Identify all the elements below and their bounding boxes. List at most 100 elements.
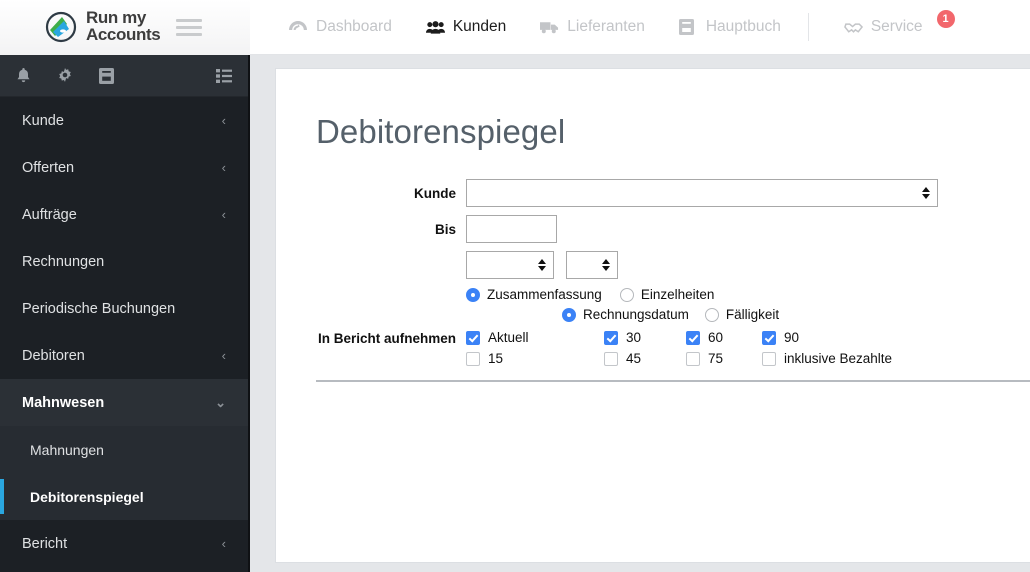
nav-label-kunden: Kunden [452, 18, 507, 35]
period-b-select-wrapper [566, 251, 618, 279]
sidebar: Kunde ‹ Offerten ‹ Aufträge ‹ Rechnungen… [0, 55, 250, 572]
label-kunde: Kunde [414, 185, 456, 201]
sidebar-label-debitorenspiegel: Debitorenspiegel [30, 488, 144, 505]
sidebar-submenu-mahnwesen: Mahnungen Debitorenspiegel [0, 426, 248, 520]
label-in-bericht-aufnehmen: In Bericht aufnehmen [317, 331, 456, 346]
main-content: Debitorenspiegel Kunde Bis Zusammenfassu… [252, 55, 1030, 572]
sidebar-label-mahnungen: Mahnungen [30, 441, 104, 458]
chevron-left-icon: ‹ [221, 348, 226, 363]
chevron-left-icon: ‹ [221, 160, 226, 175]
sidebar-item-debitorenspiegel[interactable]: Debitorenspiegel [0, 473, 248, 520]
form-row-bis: Bis [316, 215, 1030, 243]
gear-icon[interactable] [57, 67, 73, 84]
nav-item-kunden[interactable]: Kunden [409, 0, 523, 55]
radio-faelligkeit[interactable]: Fälligkeit [704, 307, 780, 322]
hamburger-menu-icon[interactable] [176, 18, 203, 36]
nav-item-service[interactable]: Service 1 [827, 0, 972, 55]
main-nav-items: Dashboard Kunden Lieferanten Hauptbuch S… [250, 0, 972, 55]
sidebar-item-offerten[interactable]: Offerten ‹ [0, 144, 248, 191]
sidebar-item-debitoren[interactable]: Debitoren ‹ [0, 332, 248, 379]
checkbox-indicator-on [762, 330, 776, 345]
content-card: Debitorenspiegel Kunde Bis Zusammenfassu… [275, 68, 1030, 563]
checkbox-label-inklusive-bezahlte: inklusive Bezahlte [784, 351, 893, 366]
checkbox-indicator-on [604, 330, 618, 345]
include-in-report-section: In Bericht aufnehmen Aktuell 15 30 45 60… [316, 330, 1030, 366]
radio-rechnungsdatum[interactable]: Rechnungsdatum [562, 307, 689, 322]
period-a-select-wrapper [466, 251, 554, 279]
checkbox-label-90: 90 [784, 330, 800, 345]
nav-item-dashboard[interactable]: Dashboard [272, 0, 409, 55]
bell-icon[interactable] [16, 67, 31, 84]
radio-indicator-on [562, 307, 576, 322]
app-root: Run my Accounts Dashboard Kunden Liefera… [0, 0, 1030, 572]
list-icon[interactable] [216, 68, 232, 83]
chevron-left-icon: ‹ [221, 113, 226, 128]
top-navigation-bar: Run my Accounts Dashboard Kunden Liefera… [0, 0, 1030, 55]
sidebar-label-auftraege: Aufträge [22, 206, 77, 223]
bis-date-input[interactable] [466, 215, 557, 243]
checkbox-label-75: 75 [708, 351, 724, 366]
checkbox-label-30: 30 [626, 330, 642, 345]
truck-icon [540, 19, 559, 36]
checkbox-indicator-off [762, 351, 776, 366]
sidebar-label-offerten: Offerten [22, 159, 75, 176]
checkbox-75[interactable]: 75 [686, 351, 762, 366]
radio-label-faelligkeit: Fälligkeit [725, 307, 780, 322]
book-icon[interactable] [99, 67, 114, 84]
checkbox-column-2: 30 45 [604, 330, 686, 366]
sidebar-item-periodische-buchungen[interactable]: Periodische Buchungen [0, 285, 248, 332]
include-checkbox-grid: Aktuell 15 30 45 60 75 90 inklusive Beza… [466, 330, 962, 366]
checkbox-indicator-off [466, 351, 480, 366]
checkbox-15[interactable]: 15 [466, 351, 604, 366]
hamburger-bar [176, 25, 203, 29]
radio-indicator-off [704, 307, 719, 322]
detail-level-radio-group: Zusammenfassung Einzelheiten [316, 287, 1030, 302]
radio-zusammenfassung[interactable]: Zusammenfassung [466, 287, 602, 302]
chevron-down-icon: ⌄ [215, 395, 226, 410]
form-row-period-selects [316, 251, 1030, 279]
nav-divider [807, 13, 809, 41]
period-b-select[interactable] [566, 251, 618, 279]
nav-item-lieferanten[interactable]: Lieferanten [523, 0, 662, 55]
sidebar-item-mahnungen[interactable]: Mahnungen [0, 426, 248, 473]
sidebar-label-kunde: Kunde [22, 112, 64, 129]
checkbox-30[interactable]: 30 [604, 330, 686, 345]
checkbox-60[interactable]: 60 [686, 330, 762, 345]
hamburger-bar [176, 18, 203, 22]
nav-item-hauptbuch[interactable]: Hauptbuch [662, 0, 798, 55]
date-basis-radio-group: Rechnungsdatum Fälligkeit [316, 307, 1030, 322]
label-bis: Bis [434, 221, 456, 237]
page-title: Debitorenspiegel [316, 113, 566, 150]
brand-logo[interactable]: Run my Accounts [0, 0, 250, 55]
radio-indicator-off [619, 287, 634, 302]
sidebar-item-mahnwesen[interactable]: Mahnwesen ⌄ [0, 379, 248, 426]
sidebar-item-bericht[interactable]: Bericht ‹ [0, 520, 248, 567]
form-row-kunde: Kunde [316, 179, 1030, 207]
sidebar-label-bericht: Bericht [22, 535, 68, 552]
sidebar-icon-toolbar [0, 55, 248, 97]
checkbox-inklusive-bezahlte[interactable]: inklusive Bezahlte [762, 351, 962, 366]
checkbox-column-1: Aktuell 15 [466, 330, 604, 366]
dashboard-icon [289, 19, 308, 36]
kunde-select[interactable] [466, 179, 938, 207]
period-a-select[interactable] [466, 251, 554, 279]
checkbox-90[interactable]: 90 [762, 330, 962, 345]
checkbox-indicator-on [466, 330, 480, 345]
checkbox-aktuell[interactable]: Aktuell [466, 330, 604, 345]
radio-einzelheiten[interactable]: Einzelheiten [619, 287, 715, 302]
kunde-select-wrapper [466, 179, 938, 207]
sidebar-label-debitoren: Debitoren [22, 347, 85, 364]
radio-label-einzelheiten: Einzelheiten [640, 287, 715, 302]
chevron-left-icon: ‹ [221, 207, 226, 222]
sidebar-item-auftraege[interactable]: Aufträge ‹ [0, 191, 248, 238]
checkbox-45[interactable]: 45 [604, 351, 686, 366]
sidebar-item-kunde[interactable]: Kunde ‹ [0, 97, 248, 144]
ledger-book-icon [678, 19, 698, 36]
nav-label-lieferanten: Lieferanten [567, 18, 645, 35]
radio-indicator-on [466, 287, 480, 302]
service-notification-badge: 1 [936, 10, 955, 28]
customers-icon [425, 19, 445, 36]
sidebar-item-rechnungen[interactable]: Rechnungen [0, 238, 248, 285]
brand-name: Run my Accounts [86, 9, 161, 43]
sidebar-label-mahnwesen: Mahnwesen [22, 394, 105, 411]
